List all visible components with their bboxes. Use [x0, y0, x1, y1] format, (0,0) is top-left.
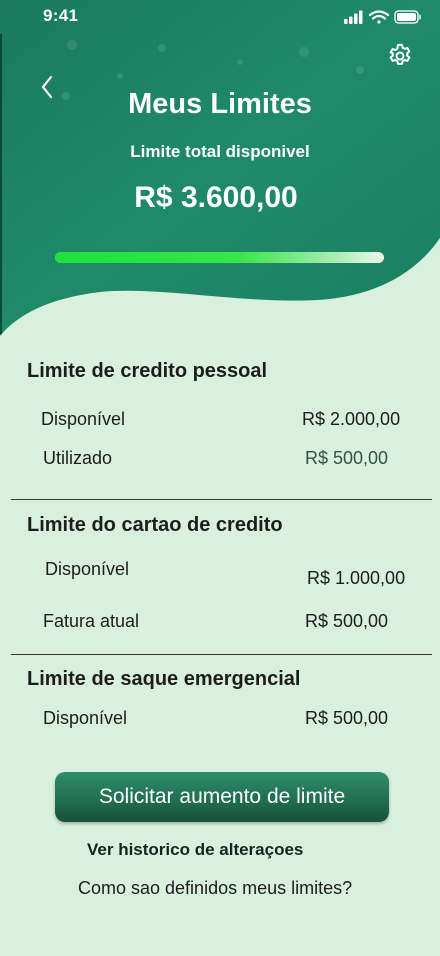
status-bar: 9:41 — [0, 0, 440, 34]
personal-credit-used-label: Utilizado — [43, 448, 113, 468]
personal-credit-used-value: R$ 500,00 — [305, 448, 389, 468]
total-available-label: Limite total disponivel — [130, 142, 310, 161]
card-credit-available-value: R$ 1.000,00 — [307, 568, 406, 588]
battery-icon — [394, 10, 421, 24]
personal-credit-available-value: R$ 2.000,00 — [302, 409, 401, 429]
limits-screen: 9:41 Meus Limites Limite total disponive… — [0, 0, 440, 956]
card-invoice-value: R$ 500,00 — [305, 611, 389, 631]
limit-progress-bar — [55, 252, 384, 263]
request-limit-increase-button[interactable]: Solicitar aumento de limite — [55, 772, 389, 822]
status-time: 9:41 — [43, 6, 79, 25]
emergency-available-label: Disponível — [43, 708, 128, 728]
emergency-available-value: R$ 500,00 — [305, 708, 389, 728]
view-history-link[interactable]: Ver historico de alteraçoes — [87, 840, 303, 860]
status-icons — [344, 10, 421, 24]
cellular-signal-icon — [344, 10, 363, 24]
section-title-emergency-withdrawal: Limite de saque emergencial — [27, 668, 301, 690]
gear-icon — [389, 43, 411, 65]
section-title-personal-credit: Limite de credito pessoal — [27, 360, 268, 382]
card-invoice-label: Fatura atual — [43, 611, 140, 631]
hero-wave-background — [0, 0, 440, 336]
limit-progress-fill — [55, 252, 384, 263]
header-hero: 9:41 Meus Limites Limite total disponive… — [0, 0, 440, 350]
limits-explanation-link[interactable]: Como sao definidos meus limites? — [78, 878, 352, 899]
settings-button[interactable] — [386, 42, 414, 70]
personal-credit-available-label: Disponível — [41, 409, 126, 429]
total-available-amount: R$ 3.600,00 — [134, 181, 298, 214]
section-divider — [11, 499, 432, 500]
section-divider — [11, 654, 432, 655]
card-credit-available-label: Disponível — [45, 559, 130, 579]
page-title: Meus Limites — [128, 88, 312, 120]
wifi-icon — [368, 10, 390, 24]
section-title-card-credit: Limite do cartao de credito — [27, 514, 283, 536]
